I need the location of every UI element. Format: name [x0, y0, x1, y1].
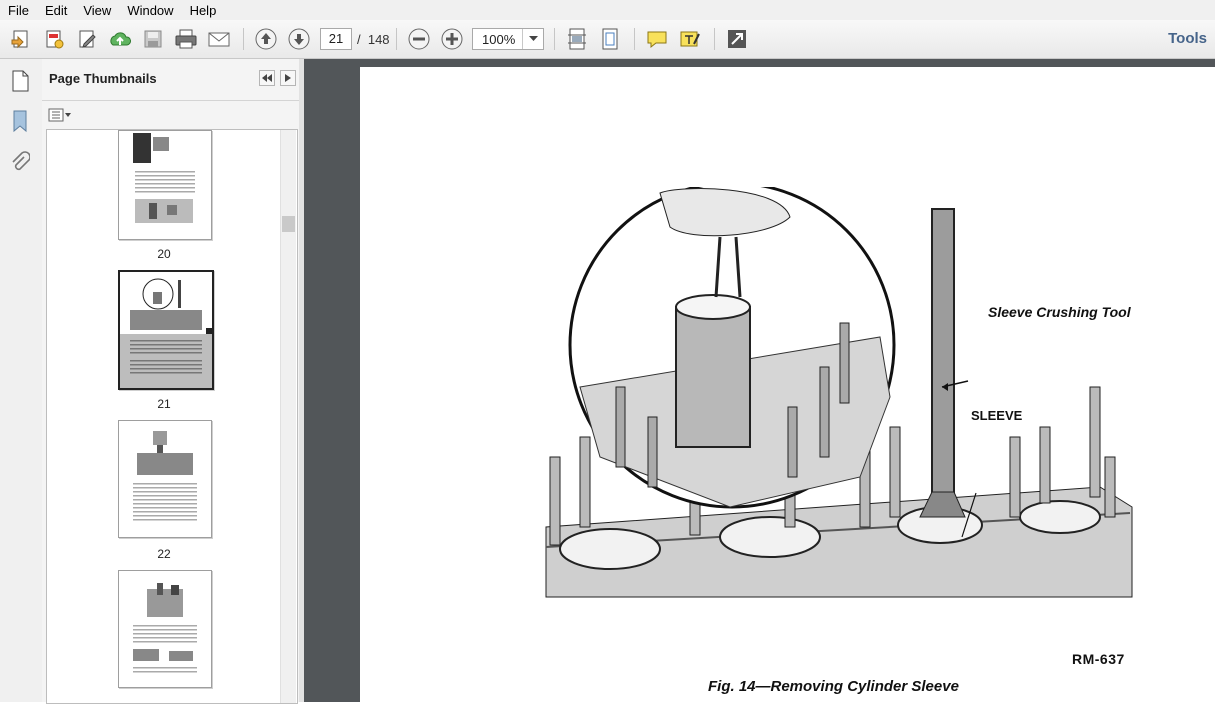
fit-page-icon[interactable]	[597, 26, 623, 52]
navigation-rail	[0, 59, 43, 702]
zoom-select[interactable]: 100%	[472, 28, 544, 50]
thumbnail-scrollbar[interactable]	[280, 130, 296, 703]
edit-pdf-icon[interactable]	[74, 26, 100, 52]
upload-icon[interactable]	[107, 26, 133, 52]
panel-title: Page Thumbnails	[49, 71, 157, 86]
label-sleeve: SLEEVE	[971, 408, 1023, 423]
highlight-icon[interactable]	[677, 26, 703, 52]
menu-view[interactable]: View	[75, 3, 119, 18]
menu-bar: File Edit View Window Help	[0, 0, 1215, 20]
page-thumbnails-icon[interactable]	[6, 67, 34, 95]
panel-header: Page Thumbnails	[42, 59, 299, 101]
menu-window[interactable]: Window	[119, 3, 181, 18]
email-icon[interactable]	[206, 26, 232, 52]
label-sleeve-crushing-tool: Sleeve Crushing Tool	[988, 304, 1131, 320]
chevron-down-icon[interactable]	[522, 29, 543, 49]
zoom-out-icon[interactable]	[406, 26, 432, 52]
thumbnail-page-20[interactable]	[118, 130, 212, 240]
thumbnail-page-23[interactable]	[118, 570, 212, 688]
document-page: Sleeve Crushing Tool SLEEVE RM-637 Fig. …	[360, 67, 1215, 702]
zoom-value: 100%	[482, 32, 516, 47]
menu-file[interactable]: File	[0, 3, 37, 18]
thumbnail-label: 22	[157, 547, 171, 561]
figure-caption: Fig. 14—Removing Cylinder Sleeve	[708, 678, 959, 695]
thumbnail-page-22[interactable]	[118, 420, 212, 538]
menu-help[interactable]: Help	[182, 3, 225, 18]
next-page-icon[interactable]	[286, 26, 312, 52]
thumbnail-options-button[interactable]	[48, 107, 72, 123]
thumbnail-label: 21	[157, 397, 171, 411]
page-total-label: / 148	[357, 32, 390, 47]
figure-reference-code: RM-637	[1072, 651, 1125, 667]
panel-forward-icon[interactable]	[280, 70, 296, 86]
thumbnails-panel: Page Thumbnails 20 21 22	[42, 59, 300, 704]
comment-icon[interactable]	[644, 26, 670, 52]
save-icon[interactable]	[140, 26, 166, 52]
create-pdf-icon[interactable]	[41, 26, 67, 52]
thumbnail-page-21[interactable]	[118, 270, 214, 390]
menu-edit[interactable]: Edit	[37, 3, 75, 18]
fullscreen-icon[interactable]	[724, 26, 750, 52]
bookmarks-icon[interactable]	[6, 107, 34, 135]
toolbar: 21 / 148 100% Tools	[0, 20, 1215, 59]
create-icon[interactable]	[8, 26, 34, 52]
fit-width-icon[interactable]	[564, 26, 590, 52]
cylinder-sleeve-figure	[545, 187, 1133, 598]
prev-page-icon[interactable]	[253, 26, 279, 52]
print-icon[interactable]	[173, 26, 199, 52]
collapse-panel-icon[interactable]	[259, 70, 275, 86]
attachments-icon[interactable]	[6, 149, 34, 177]
thumbnail-label: 20	[157, 247, 171, 261]
page-number-input[interactable]: 21	[320, 28, 352, 50]
document-viewer: Sleeve Crushing Tool SLEEVE RM-637 Fig. …	[304, 59, 1215, 702]
zoom-in-icon[interactable]	[439, 26, 465, 52]
tools-pane-button[interactable]: Tools	[1168, 30, 1207, 47]
thumbnail-list: 20 21 22	[46, 129, 298, 704]
scrollbar-thumb[interactable]	[282, 216, 295, 232]
